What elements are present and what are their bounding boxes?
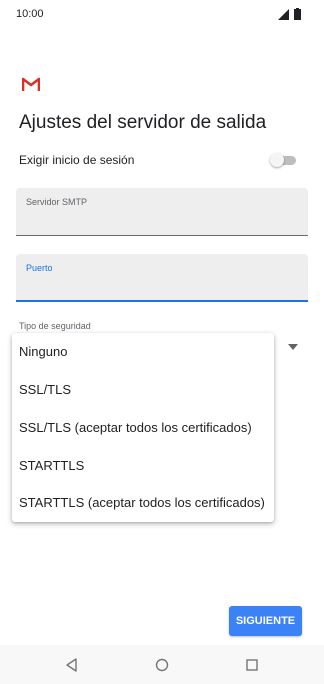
- status-bar: 10:00: [0, 0, 324, 28]
- toggle-knob: [270, 153, 284, 167]
- security-type-label: Tipo de seguridad: [19, 321, 91, 331]
- recents-icon[interactable]: [244, 657, 260, 673]
- status-icons: [278, 8, 301, 20]
- menu-item-ssl-tls[interactable]: SSL/TLS: [19, 375, 269, 405]
- page-title: Ajustes del servidor de salida: [19, 112, 267, 133]
- status-time: 10:00: [16, 8, 44, 20]
- menu-item-starttls[interactable]: STARTTLS: [19, 451, 269, 481]
- dropdown-arrow-icon[interactable]: [288, 344, 298, 350]
- smtp-server-field[interactable]: Servidor SMTP: [16, 188, 308, 236]
- navigation-bar: [0, 645, 324, 684]
- menu-item-ssl-tls-accept-all[interactable]: SSL/TLS (aceptar todos los certificados): [19, 413, 269, 443]
- port-field[interactable]: Puerto: [16, 254, 308, 302]
- battery-icon: [294, 9, 301, 20]
- smtp-server-label: Servidor SMTP: [26, 197, 88, 207]
- login-required-label: Exigir inicio de sesión: [19, 153, 135, 167]
- back-icon[interactable]: [64, 657, 80, 673]
- menu-item-ninguno[interactable]: Ninguno: [19, 337, 269, 367]
- signal-icon: [278, 9, 289, 20]
- port-label: Puerto: [26, 263, 53, 273]
- gmail-icon: [22, 77, 40, 91]
- next-button[interactable]: SIGUIENTE: [229, 606, 302, 636]
- menu-item-starttls-accept-all[interactable]: STARTTLS (aceptar todos los certificados…: [19, 488, 269, 518]
- home-icon[interactable]: [154, 657, 170, 673]
- login-required-row: Exigir inicio de sesión: [19, 150, 305, 170]
- security-type-menu: Ninguno SSL/TLS SSL/TLS (aceptar todos l…: [12, 333, 274, 522]
- login-required-toggle[interactable]: [270, 153, 296, 167]
